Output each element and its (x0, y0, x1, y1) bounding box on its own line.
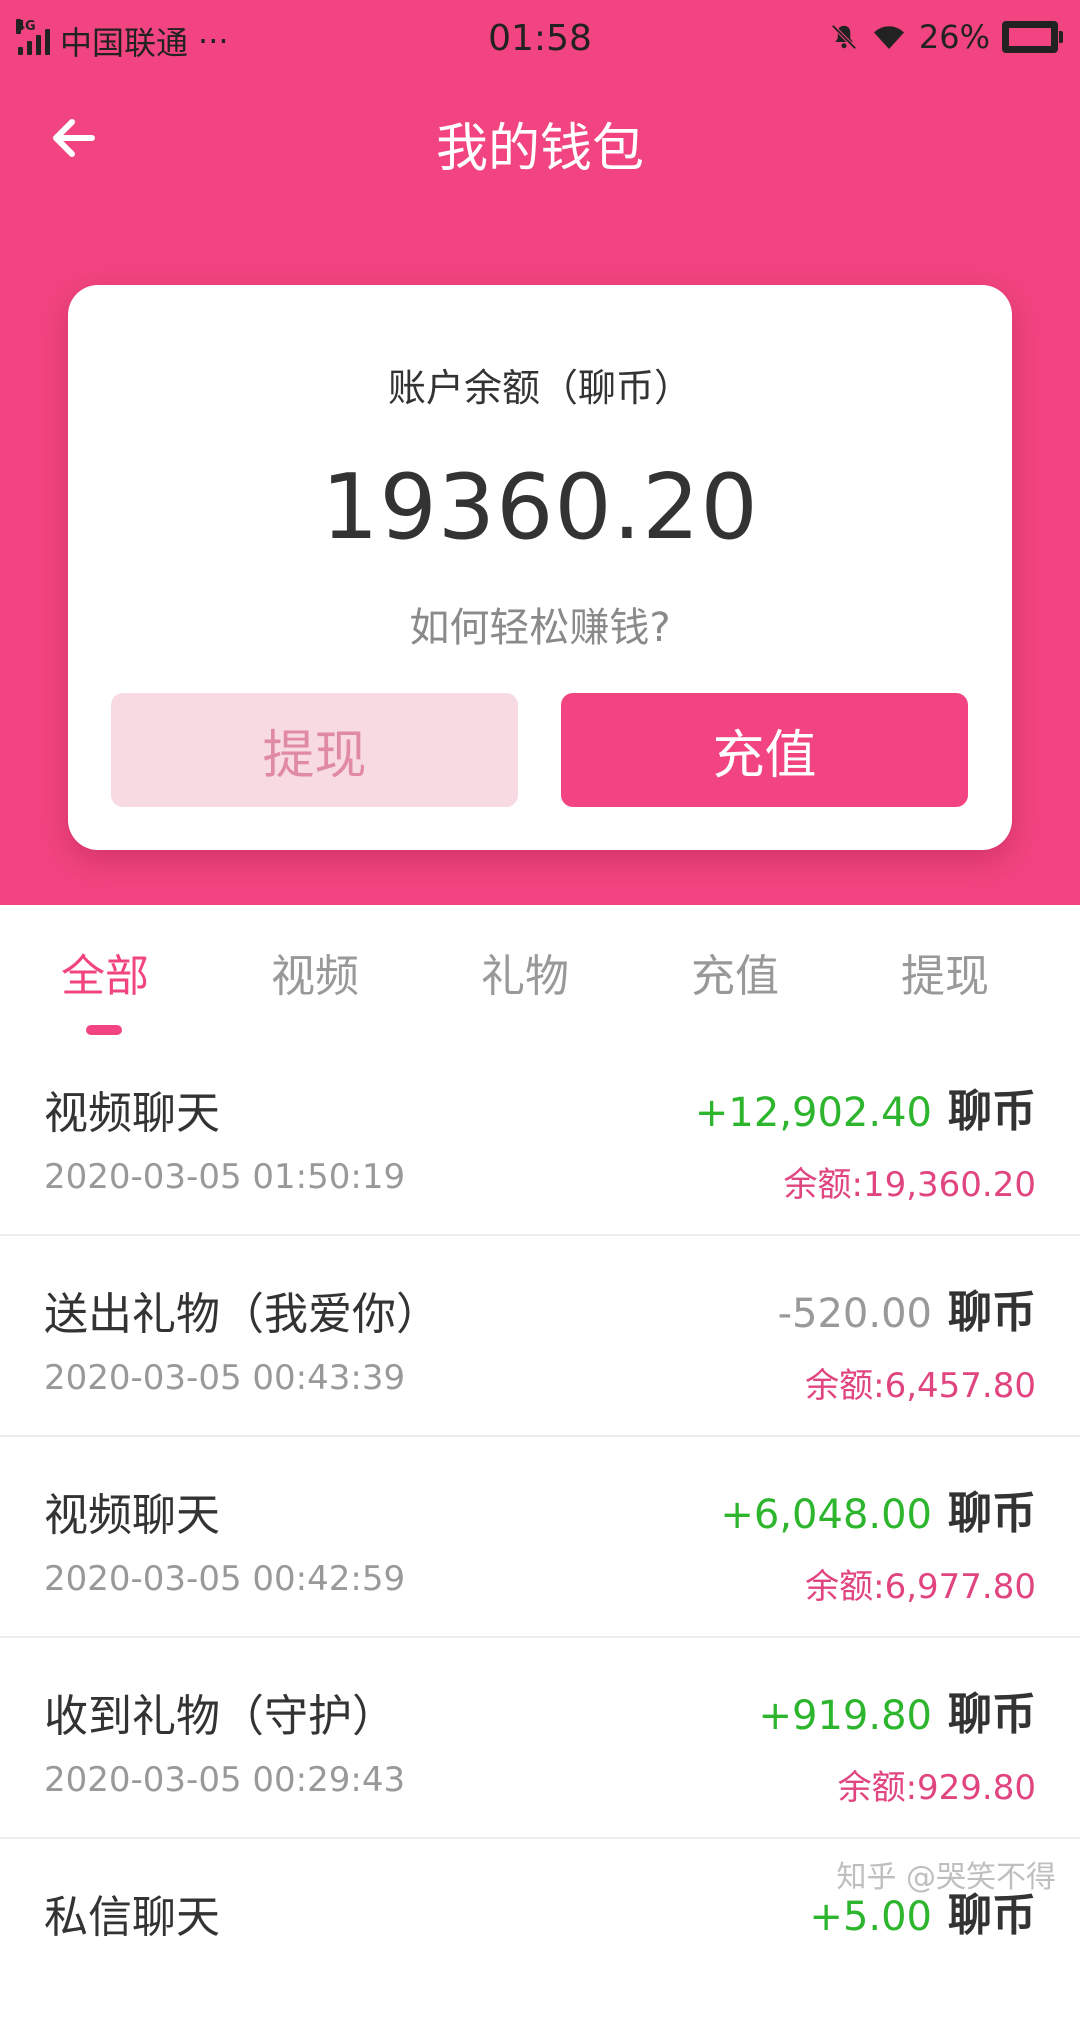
transaction-amount-group: +6,048.00 聊币 (720, 1477, 1036, 1541)
tab-video[interactable]: 视频 (225, 940, 405, 1004)
transaction-title: 私信聊天 (44, 1892, 220, 1943)
transaction-balance: 余额:6,457.80 (805, 1366, 1036, 1406)
transaction-time: 2020-03-05 00:29:43 (44, 1760, 406, 1800)
nav-bar: 我的钱包 (0, 78, 1080, 198)
earn-money-link[interactable]: 如何轻松赚钱? (68, 595, 1012, 653)
transaction-unit: 聊币 (948, 1689, 1036, 1740)
balance-card: 账户余额（聊币） 19360.20 如何轻松赚钱? 提现 充值 (68, 285, 1012, 850)
active-tab-indicator (86, 1025, 122, 1035)
tab-withdraw[interactable]: 提现 (855, 940, 1035, 1004)
transaction-unit: 聊币 (948, 1287, 1036, 1338)
transaction-amount-group: +919.80 聊币 (759, 1678, 1036, 1742)
transaction-title: 视频聊天 (44, 1490, 220, 1541)
mute-bell-icon (831, 24, 857, 50)
transaction-unit: 聊币 (948, 1086, 1036, 1137)
status-right: 26% (829, 18, 1063, 56)
transaction-amount: +5.00 (809, 1894, 932, 1940)
withdraw-button[interactable]: 提现 (111, 693, 518, 807)
transaction-title: 送出礼物（我爱你） (44, 1289, 440, 1340)
balance-label: 账户余额（聊币） (387, 366, 692, 410)
transaction-balance: 余额:6,977.80 (805, 1567, 1036, 1607)
balance-value: 19360.20 (321, 455, 759, 560)
transaction-amount: +919.80 (758, 1693, 932, 1739)
page-title: 我的钱包 (435, 119, 644, 179)
tab-gift[interactable]: 礼物 (435, 940, 615, 1004)
transaction-unit: 聊币 (948, 1488, 1036, 1539)
transaction-row[interactable]: 送出礼物（我爱你） -520.00 聊币 2020-03-05 00:43:39… (0, 1236, 1080, 1437)
transaction-time: 2020-03-05 00:42:59 (44, 1559, 406, 1599)
recharge-button[interactable]: 充值 (561, 693, 968, 807)
transaction-row[interactable]: 视频聊天 +6,048.00 聊币 2020-03-05 00:42:59 余额… (0, 1437, 1080, 1638)
transaction-row[interactable]: 视频聊天 +12,902.40 聊币 2020-03-05 01:50:19 余… (0, 1035, 1080, 1236)
transaction-row[interactable]: 收到礼物（守护） +919.80 聊币 2020-03-05 00:29:43 … (0, 1638, 1080, 1839)
transaction-amount: +6,048.00 (720, 1492, 932, 1538)
battery-charging-icon (1002, 21, 1063, 53)
watermark: 知乎 @哭笑不得 (836, 1860, 1056, 1895)
transaction-balance: 余额:929.80 (837, 1768, 1036, 1808)
filter-tabs: 全部 视频 礼物 充值 提现 (0, 905, 1080, 1035)
transaction-title: 视频聊天 (44, 1088, 220, 1139)
status-bar: 4G 中国联通 ··· 01:58 26% (0, 0, 1080, 78)
tab-all[interactable]: 全部 (15, 940, 195, 1004)
transaction-time: 2020-03-05 00:43:39 (44, 1358, 406, 1398)
transaction-amount: -520.00 (777, 1291, 932, 1337)
wifi-icon (873, 26, 904, 49)
transaction-balance: 余额:19,360.20 (783, 1165, 1037, 1205)
transaction-time: 2020-03-05 01:50:19 (44, 1157, 406, 1197)
transaction-amount: +12,902.40 (694, 1090, 932, 1136)
transaction-title: 收到礼物（守护） (44, 1691, 396, 1742)
transaction-amount-group: +12,902.40 聊币 (695, 1075, 1036, 1139)
tab-recharge[interactable]: 充值 (645, 940, 825, 1004)
battery-percent: 26% (918, 18, 990, 56)
transaction-amount-group: -520.00 聊币 (778, 1276, 1036, 1340)
